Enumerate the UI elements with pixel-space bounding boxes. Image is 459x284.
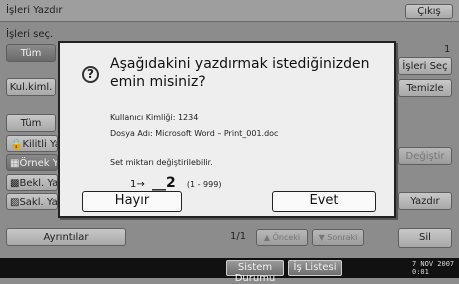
section-label: İşleri seç. (6, 29, 54, 40)
lock-icon: 🔒 (10, 139, 23, 150)
previous-button[interactable]: ▲ Önceki (256, 229, 308, 246)
hold-print-button[interactable]: ▩Bekl. Yaz. (6, 174, 58, 191)
job-list-button[interactable]: İş Listesi (288, 260, 342, 276)
user-id-text: Kullanıcı Kimliği: 1234 (110, 113, 199, 122)
set-quantity-row: 1→ __2 (1 - 999) (130, 175, 221, 191)
user-id-button[interactable]: Kul.kiml. (6, 78, 56, 96)
yes-button[interactable]: Evet (272, 191, 376, 212)
change-button[interactable]: Değiştir (398, 147, 452, 165)
next-button[interactable]: ▼ Sonraki (312, 229, 364, 246)
clear-button[interactable]: Temizle (398, 79, 452, 97)
system-status-button[interactable]: Sistem Durumu (226, 260, 284, 284)
info-text: Set miktarı değiştirilebilir. (110, 158, 213, 167)
sample-print-button[interactable]: ▦Örnek Yaz. (6, 154, 58, 171)
print-button[interactable]: Yazdır (398, 192, 452, 210)
title-bar: İşleri Yazdır (0, 0, 459, 22)
all-button-top[interactable]: Tüm (6, 44, 56, 62)
bottom-bar: Sistem Durumu İş Listesi 7 NOV 2007 0:01 (0, 258, 459, 284)
file-name-text: Dosya Adı: Microsoft Word – Print_001.do… (110, 129, 279, 138)
set-quantity-value[interactable]: __2 (152, 175, 176, 191)
window-title: İşleri Yazdır (6, 5, 63, 16)
confirm-dialog: ? Aşağıdakini yazdırmak istediğinizden e… (58, 41, 396, 218)
no-button[interactable]: Hayır (82, 191, 182, 212)
stored-print-button[interactable]: ▨Sakl. Yaz. (6, 193, 58, 210)
locked-print-button[interactable]: 🔒Kilitli Yaz. (6, 135, 58, 152)
all-button-middle[interactable]: Tüm (6, 114, 56, 132)
question-icon: ? (82, 66, 99, 83)
set-arrow: 1→ (130, 179, 145, 190)
selected-counter: 1 (444, 44, 451, 55)
date-time: 7 NOV 2007 0:01 (412, 260, 455, 276)
down-arrow-icon: ▼ (318, 233, 325, 242)
details-button[interactable]: Ayrıntılar (6, 228, 126, 246)
delete-button[interactable]: Sil (398, 228, 452, 248)
set-range: (1 - 999) (186, 180, 222, 189)
up-arrow-icon: ▲ (263, 233, 271, 242)
select-jobs-button[interactable]: İşleri Seç (398, 57, 452, 75)
page-indicator: 1/1 (230, 231, 247, 242)
exit-button[interactable]: Çıkış (405, 4, 453, 19)
dialog-title: Aşağıdakini yazdırmak istediğinizden emi… (110, 56, 370, 90)
